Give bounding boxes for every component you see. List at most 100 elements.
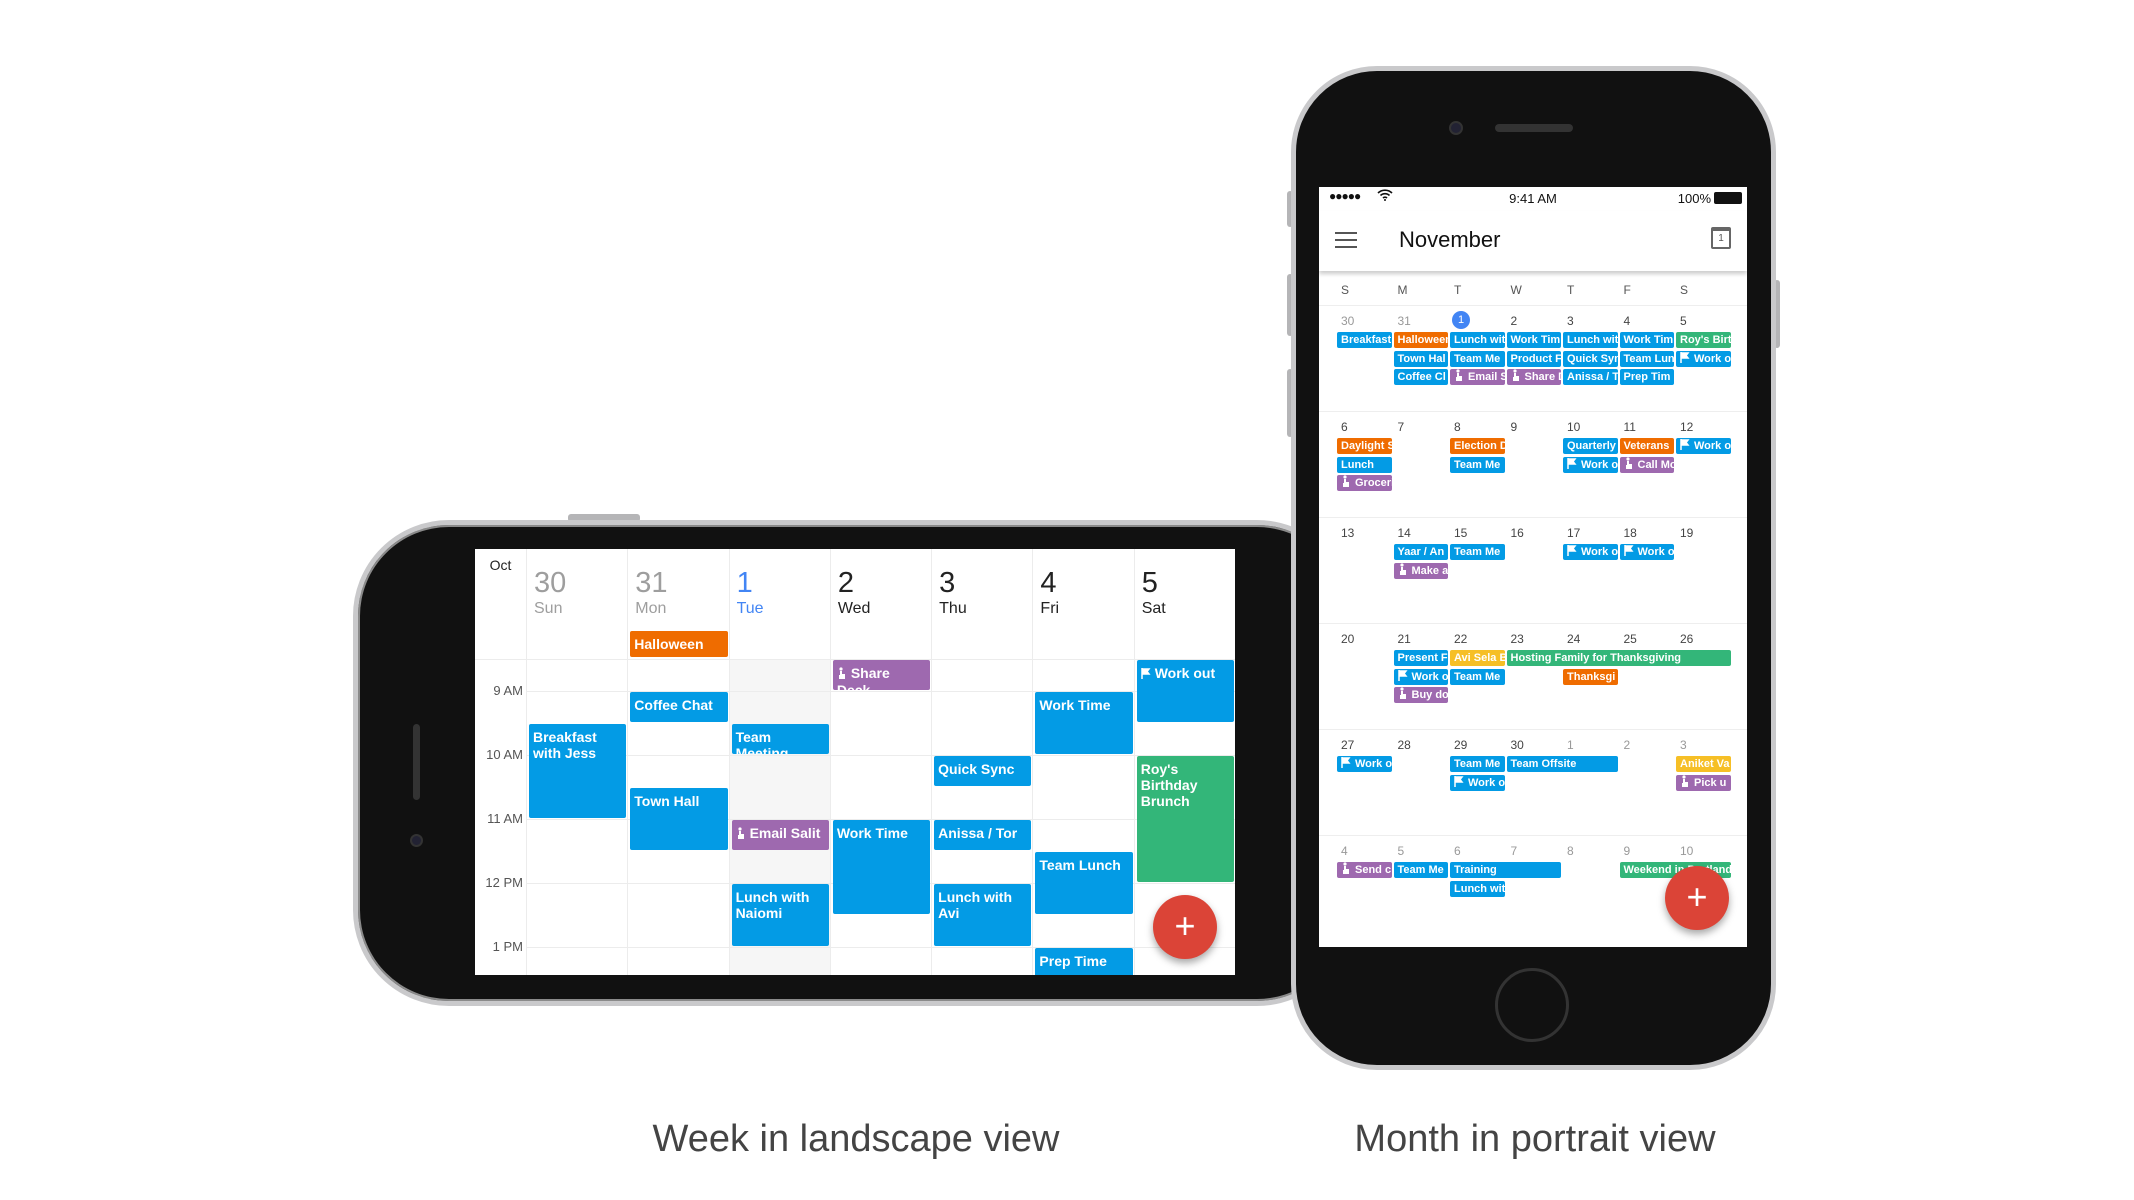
month-event[interactable]: Call Mo — [1619, 456, 1674, 473]
day-number[interactable]: 18 — [1624, 526, 1637, 540]
day-number[interactable]: 4 — [1341, 844, 1348, 858]
day-header[interactable]: 2 Wed — [838, 567, 871, 618]
day-number[interactable]: 15 — [1454, 526, 1467, 540]
month-event[interactable]: Team Offsite — [1506, 756, 1618, 772]
month-event[interactable]: Team Me — [1450, 756, 1505, 772]
month-event[interactable]: Halloween — [1393, 332, 1448, 348]
month-event[interactable]: Groceri — [1337, 475, 1392, 491]
month-event[interactable]: Work o — [1676, 350, 1731, 367]
calendar-event[interactable]: Breakfast with Jess — [529, 724, 627, 818]
month-event[interactable]: Roy's Birt — [1676, 332, 1731, 348]
day-number[interactable]: 3 — [1680, 738, 1687, 752]
month-event[interactable]: Quarterly — [1563, 438, 1618, 454]
month-event[interactable]: Daylight S — [1337, 438, 1392, 454]
calendar-event[interactable]: Team Meeting — [731, 724, 829, 754]
month-event[interactable]: Work o — [1393, 668, 1448, 685]
day-header[interactable]: 31 Mon — [635, 567, 667, 618]
day-number[interactable]: 30 — [1511, 738, 1524, 752]
month-event[interactable]: Lunch wit — [1563, 332, 1618, 348]
month-event[interactable]: Quick Syn — [1563, 350, 1618, 367]
day-number[interactable]: 16 — [1511, 526, 1524, 540]
calendar-event[interactable]: Lunch with Naiomi — [731, 884, 829, 946]
month-event[interactable]: Coffee Cl — [1393, 369, 1448, 385]
month-event[interactable]: Work o — [1563, 544, 1618, 560]
calendar-event[interactable]: Email Salit — [731, 820, 829, 850]
month-event[interactable]: Work Tim — [1506, 332, 1561, 348]
day-number[interactable]: 29 — [1454, 738, 1467, 752]
day-number[interactable]: 6 — [1341, 420, 1348, 434]
day-number[interactable]: 5 — [1680, 314, 1687, 328]
day-number[interactable]: 10 — [1680, 844, 1693, 858]
month-event[interactable]: Breakfast — [1337, 332, 1392, 348]
calendar-event[interactable]: Roy's Birthday Brunch — [1136, 756, 1234, 882]
day-number[interactable]: 21 — [1398, 632, 1411, 646]
day-cell-today[interactable]: 1 — [1452, 311, 1470, 329]
month-event[interactable]: Town Hal — [1393, 350, 1448, 367]
calendar-event[interactable]: Team Lunch — [1035, 852, 1133, 914]
calendar-event[interactable]: Work Time — [1035, 692, 1133, 754]
create-event-fab[interactable]: + — [1665, 866, 1729, 930]
day-number[interactable]: 20 — [1341, 632, 1354, 646]
month-event[interactable]: Yaar / An — [1393, 544, 1448, 560]
day-number[interactable]: 27 — [1341, 738, 1354, 752]
day-number[interactable]: 2 — [1624, 738, 1631, 752]
day-number[interactable]: 1 — [1567, 738, 1574, 752]
month-event[interactable]: Avi Sela B — [1450, 650, 1505, 666]
day-number[interactable]: 24 — [1567, 632, 1580, 646]
month-event[interactable]: Prep Tim — [1619, 369, 1674, 385]
day-number[interactable]: 19 — [1680, 526, 1693, 540]
day-number[interactable]: 30 — [1341, 314, 1354, 328]
all-day-event[interactable]: Halloween — [630, 631, 728, 657]
day-header[interactable]: 3 Thu — [939, 567, 967, 618]
month-event[interactable]: Product F — [1506, 350, 1561, 367]
day-number[interactable]: 3 — [1567, 314, 1574, 328]
month-event[interactable]: Team Me — [1450, 456, 1505, 473]
day-number[interactable]: 7 — [1398, 420, 1405, 434]
day-header[interactable]: 30 Sun — [534, 567, 566, 618]
month-event[interactable]: Buy do — [1393, 687, 1448, 703]
day-number[interactable]: 4 — [1624, 314, 1631, 328]
day-number[interactable]: 8 — [1567, 844, 1574, 858]
calendar-event[interactable]: Prep Time — [1035, 948, 1133, 975]
day-number[interactable]: 23 — [1511, 632, 1524, 646]
day-number[interactable]: 10 — [1567, 420, 1580, 434]
month-event[interactable]: Team Me — [1450, 544, 1505, 560]
month-event[interactable]: Work Tim — [1619, 332, 1674, 348]
day-number[interactable]: 22 — [1454, 632, 1467, 646]
day-number[interactable]: 28 — [1398, 738, 1411, 752]
day-number[interactable]: 14 — [1398, 526, 1411, 540]
day-number[interactable]: 6 — [1454, 844, 1461, 858]
month-event[interactable]: Team Me — [1450, 350, 1505, 367]
calendar-event[interactable]: Coffee Chat — [630, 692, 728, 722]
month-event[interactable]: Work o — [1619, 544, 1674, 560]
create-event-fab[interactable]: + — [1153, 895, 1217, 959]
month-event[interactable]: Election D — [1450, 438, 1505, 454]
menu-icon[interactable] — [1335, 231, 1357, 254]
day-number[interactable]: 17 — [1567, 526, 1580, 540]
today-calendar-icon[interactable]: 1 — [1711, 227, 1731, 249]
day-header[interactable]: 5 Sat — [1142, 567, 1166, 618]
month-event[interactable]: Work o — [1450, 774, 1505, 791]
month-event[interactable]: Work o — [1337, 756, 1392, 772]
month-event[interactable]: Work o — [1676, 438, 1731, 454]
calendar-event[interactable]: Anissa / Tor — [934, 820, 1032, 850]
month-event[interactable]: Training — [1450, 862, 1561, 878]
day-number[interactable]: 11 — [1624, 420, 1636, 434]
calendar-event[interactable]: Share Deck — [832, 660, 931, 690]
day-number[interactable]: 7 — [1511, 844, 1518, 858]
day-number[interactable]: 8 — [1454, 420, 1461, 434]
month-event[interactable]: Thanksgi — [1563, 668, 1618, 685]
calendar-event[interactable]: Town Hall — [630, 788, 728, 850]
month-event[interactable]: Team Me — [1393, 862, 1448, 878]
day-header[interactable]: 4 Fri — [1040, 567, 1059, 618]
month-event[interactable]: Email S — [1450, 369, 1505, 385]
day-number[interactable]: 2 — [1511, 314, 1518, 328]
month-event[interactable]: Make a — [1393, 562, 1448, 579]
month-event[interactable]: Anissa / T — [1563, 369, 1618, 385]
day-number[interactable]: 9 — [1624, 844, 1631, 858]
month-event[interactable]: Lunch — [1337, 456, 1392, 473]
month-event[interactable]: Lunch wit — [1450, 332, 1505, 348]
day-header[interactable]: 1 Tue — [737, 567, 764, 618]
calendar-event[interactable]: Work out — [1136, 660, 1234, 722]
month-event[interactable]: Team Me — [1450, 668, 1505, 685]
